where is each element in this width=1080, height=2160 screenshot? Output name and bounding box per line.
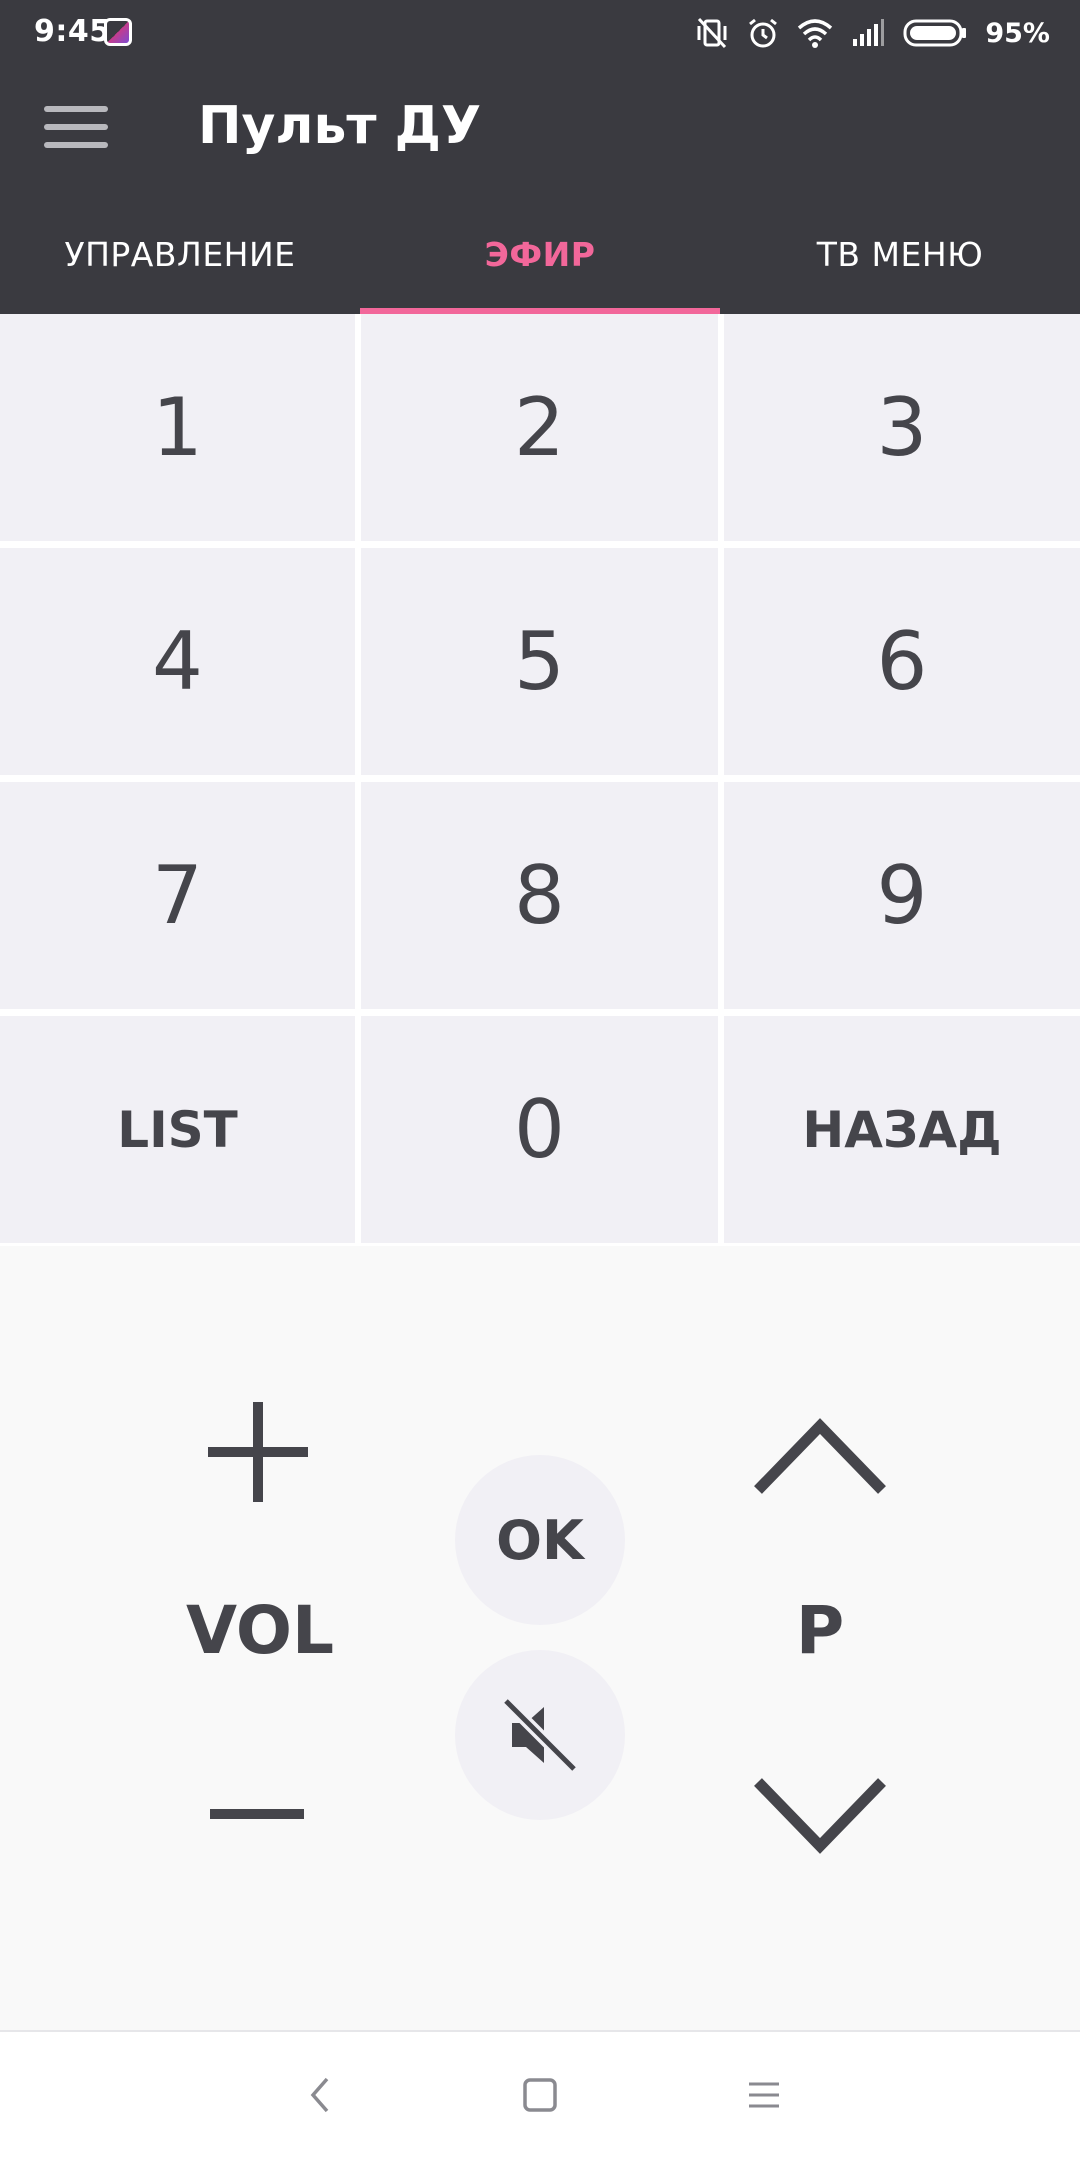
channel-label: P bbox=[795, 1592, 845, 1669]
key-8[interactable]: 8 bbox=[361, 782, 718, 1009]
key-back[interactable]: НАЗАД bbox=[724, 1016, 1080, 1243]
minus-icon bbox=[210, 1809, 304, 1819]
ok-button[interactable]: OK bbox=[455, 1455, 625, 1625]
wifi-icon bbox=[798, 19, 833, 48]
key-6[interactable]: 6 bbox=[724, 548, 1080, 775]
hamburger-menu-icon[interactable] bbox=[44, 104, 108, 154]
key-3[interactable]: 3 bbox=[724, 314, 1080, 541]
key-9[interactable]: 9 bbox=[724, 782, 1080, 1009]
tab-tv-menu[interactable]: ТВ МЕНЮ bbox=[720, 194, 1080, 314]
recent-apps-icon bbox=[749, 2082, 779, 2108]
alarm-icon bbox=[749, 18, 778, 48]
tab-broadcast[interactable]: ЭФИР bbox=[360, 194, 720, 314]
key-1[interactable]: 1 bbox=[0, 314, 355, 541]
mute-button[interactable] bbox=[455, 1650, 625, 1820]
back-icon bbox=[310, 2077, 329, 2113]
nav-home-button[interactable] bbox=[510, 2065, 570, 2125]
status-bar: 9:45 95% bbox=[0, 0, 1080, 66]
tab-bar: УПРАВЛЕНИЕ ЭФИР ТВ МЕНЮ bbox=[0, 194, 1080, 314]
tab-control[interactable]: УПРАВЛЕНИЕ bbox=[0, 194, 360, 314]
vibrate-off-icon bbox=[697, 17, 727, 49]
key-list[interactable]: LIST bbox=[0, 1016, 355, 1243]
key-5[interactable]: 5 bbox=[361, 548, 718, 775]
key-0[interactable]: 0 bbox=[361, 1016, 718, 1243]
key-2[interactable]: 2 bbox=[361, 314, 718, 541]
number-keypad: 1 2 3 4 5 6 7 8 9 LIST 0 НАЗАД bbox=[0, 314, 1080, 1246]
mute-icon bbox=[501, 1696, 579, 1774]
status-time: 9:45 bbox=[34, 14, 111, 49]
channel-up-button[interactable] bbox=[752, 1416, 888, 1496]
nav-back-button[interactable] bbox=[290, 2065, 350, 2125]
battery-icon bbox=[903, 19, 967, 47]
chevron-down-icon bbox=[754, 1778, 886, 1854]
volume-down-button[interactable] bbox=[210, 1804, 314, 1824]
status-icons: 95% bbox=[695, 10, 1050, 56]
channel-down-button[interactable] bbox=[752, 1776, 888, 1856]
key-4[interactable]: 4 bbox=[0, 548, 355, 775]
app-notification-icon bbox=[104, 18, 132, 46]
chevron-up-icon bbox=[754, 1418, 886, 1494]
system-nav-bar bbox=[0, 2030, 1080, 2160]
home-icon bbox=[523, 2078, 557, 2112]
volume-label: VOL bbox=[185, 1592, 335, 1669]
app-bar: Пульт ДУ bbox=[0, 66, 1080, 194]
key-7[interactable]: 7 bbox=[0, 782, 355, 1009]
battery-percent: 95% bbox=[985, 17, 1050, 49]
nav-recent-button[interactable] bbox=[734, 2065, 794, 2125]
app-title: Пульт ДУ bbox=[198, 96, 482, 156]
top-bar-area: 9:45 95% Пульт ДУ УПРАВЛЕНИЕ ЭФИР ТВ МЕН… bbox=[0, 0, 1080, 314]
volume-channel-controls: VOL OK P bbox=[0, 1246, 1080, 2030]
volume-up-button[interactable] bbox=[208, 1402, 308, 1502]
signal-icon bbox=[853, 19, 885, 46]
